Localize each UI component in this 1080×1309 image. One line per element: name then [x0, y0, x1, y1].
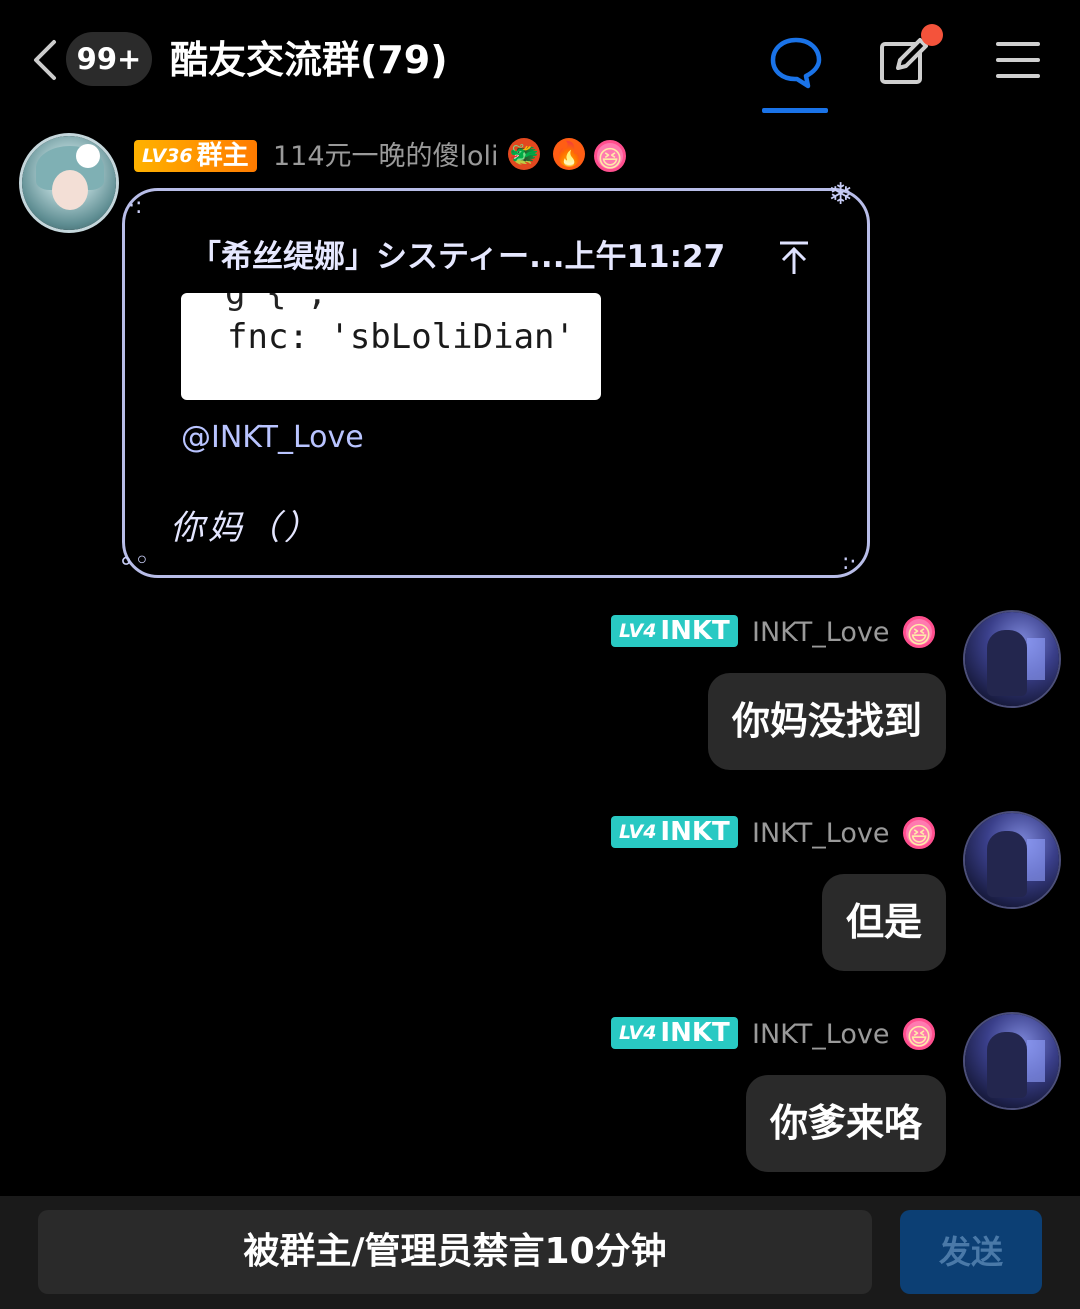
level-badge: LV4 INKT [611, 1017, 738, 1049]
flower-face-icon: 😆 [903, 817, 935, 850]
message-text: 你妈（） [170, 508, 322, 548]
avatar[interactable] [22, 136, 116, 230]
level-badge: LV4 INKT [611, 816, 738, 848]
notification-dot [921, 24, 943, 46]
send-button[interactable]: 发送 [900, 1210, 1042, 1294]
message-bubble[interactable]: 但是 [821, 874, 946, 971]
avatar[interactable] [965, 1014, 1059, 1108]
message-bubble[interactable]: 你妈没找到 [707, 673, 946, 770]
quoted-message-header[interactable]: 「希丝缇娜」システィー...上午11:27 [190, 236, 725, 278]
snowflake-icon: ❄ [828, 177, 854, 212]
flower-face-icon: 😆 [594, 140, 626, 173]
message-bubble[interactable]: 你爹来咯 [745, 1075, 946, 1172]
unread-count-badge[interactable]: 99+ [66, 32, 152, 86]
dots-decoration-icon: ·: [128, 194, 143, 219]
dragon-icon: 🐲 [508, 138, 540, 170]
tab-chat-indicator [762, 108, 828, 113]
mention-link[interactable]: @INKT_Love [181, 420, 364, 455]
bubble-decoration-icon: ∘◦ [118, 546, 150, 576]
level-badge: LV36 群主 [134, 140, 257, 172]
code-line: fnc: 'sbLoliDian' [227, 317, 575, 357]
arrow-up-icon[interactable] [778, 240, 810, 276]
sender-name[interactable]: INKT_Love [752, 616, 889, 650]
group-title: 酷友交流群(79) [170, 38, 448, 82]
fire-icon: 🔥 [553, 138, 585, 170]
sender-name[interactable]: INKT_Love [752, 1018, 889, 1052]
flower-face-icon: 😆 [903, 616, 935, 649]
chat-bubble-icon[interactable] [768, 34, 824, 90]
chat-screen: 99+ 酷友交流群(79) LV36 群主 114元一晚的傻loli 🐲 🔥 😆 … [0, 0, 1080, 1309]
sender-name[interactable]: 114元一晚的傻loli [273, 140, 499, 174]
message-input[interactable]: 被群主/管理员禁言10分钟 [38, 1210, 872, 1294]
sender-name[interactable]: INKT_Love [752, 817, 889, 851]
menu-icon[interactable] [996, 40, 1040, 80]
flower-face-icon: 😆 [903, 1018, 935, 1051]
chevron-left-icon[interactable] [28, 38, 62, 82]
avatar[interactable] [965, 612, 1059, 706]
level-badge: LV4 INKT [611, 615, 738, 647]
edit-icon[interactable] [878, 36, 930, 86]
top-bar: 99+ 酷友交流群(79) [0, 0, 1080, 118]
code-screenshot-image[interactable]: g { ; fnc: 'sbLoliDian' [181, 293, 601, 400]
avatar[interactable] [965, 813, 1059, 907]
dots-decoration-icon: :· [842, 550, 857, 575]
